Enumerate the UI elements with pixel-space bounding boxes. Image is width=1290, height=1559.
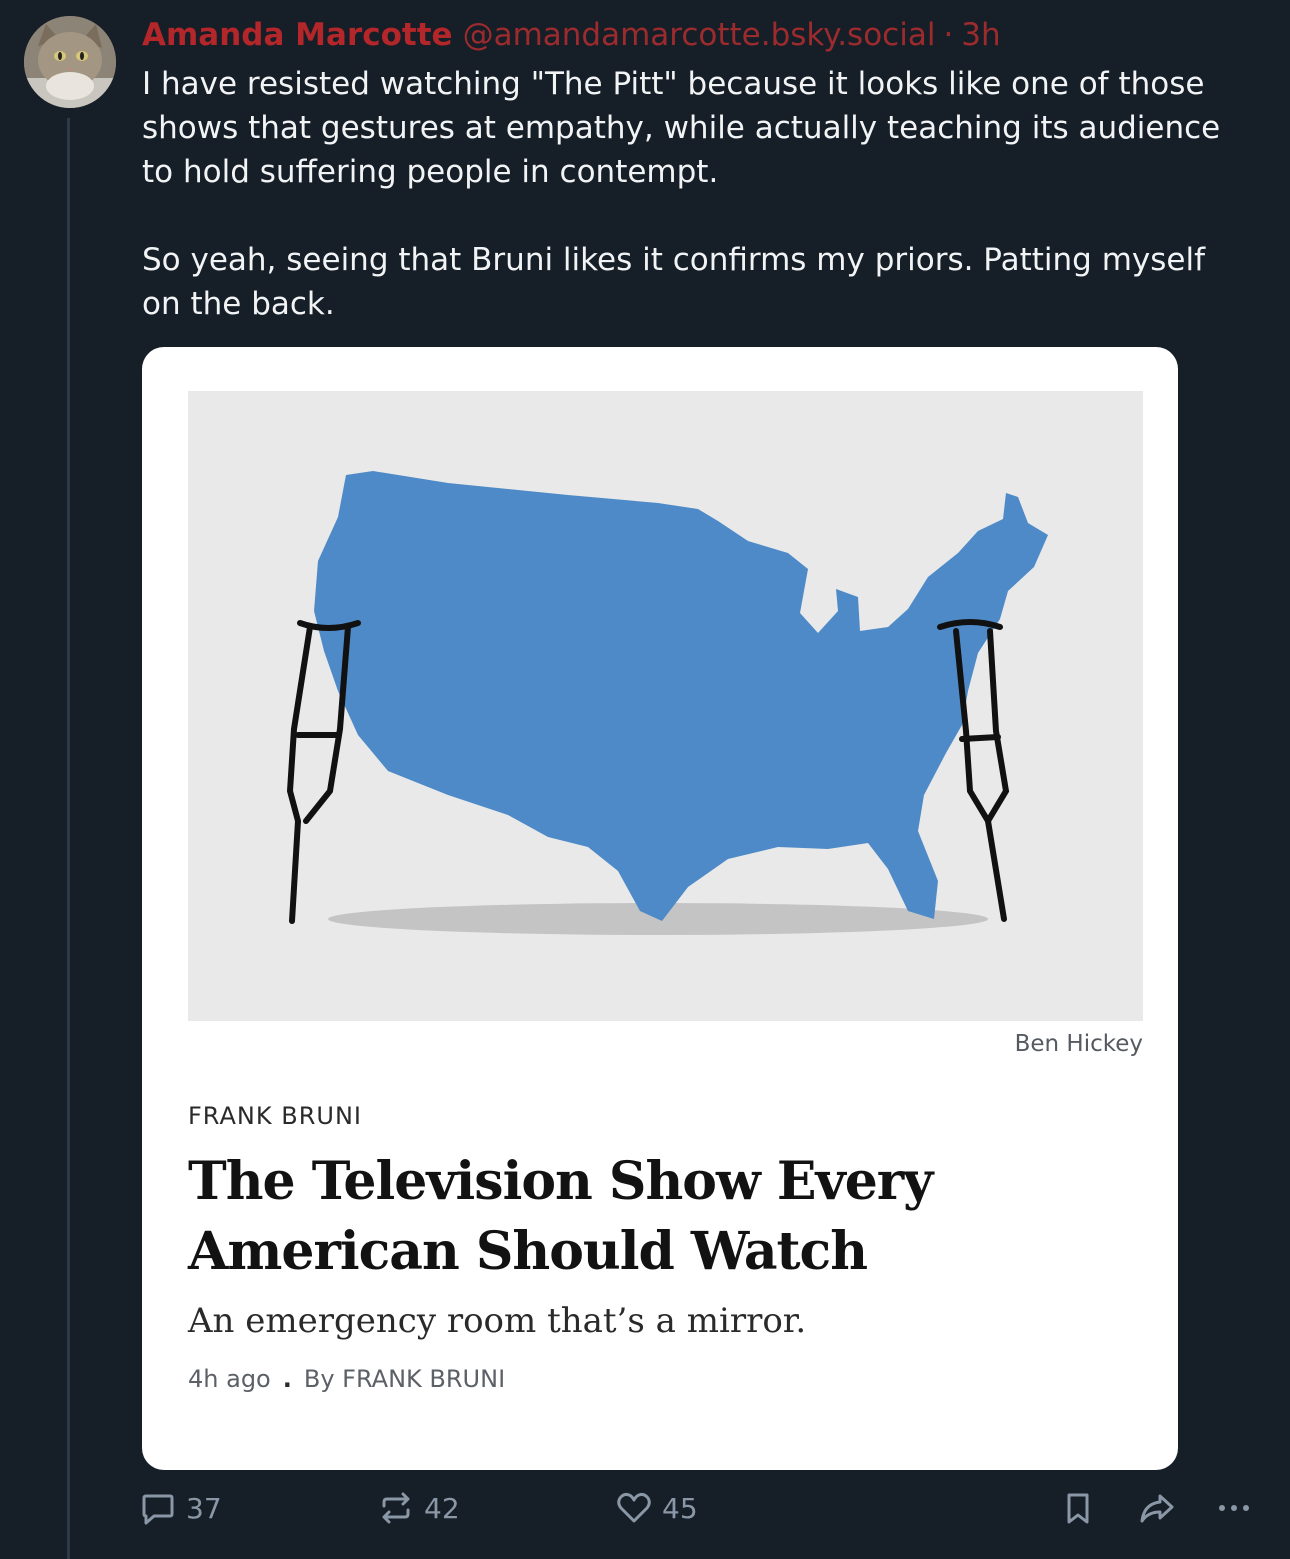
article-byline: By FRANK BRUNI <box>303 1365 506 1393</box>
post-header: Amanda Marcotte @amandamarcotte.bsky.soc… <box>142 14 1001 56</box>
repost-arrows-icon <box>382 1492 410 1524</box>
heart-icon <box>617 1492 651 1523</box>
repost-count: 42 <box>424 1491 460 1525</box>
article-age: 4h ago <box>188 1365 271 1393</box>
post-text: I have resisted watching "The Pitt" beca… <box>142 62 1252 326</box>
bookmark-icon <box>1067 1493 1089 1524</box>
reply-button[interactable]: 37 <box>140 1490 222 1526</box>
speech-bubble-icon <box>142 1494 174 1525</box>
link-card[interactable]: Ben Hickey FRANK BRUNI The Television Sh… <box>142 347 1178 1470</box>
post-paragraph: So yeah, seeing that Bruni likes it conf… <box>142 242 1205 322</box>
thread-line <box>67 118 70 1559</box>
author-name[interactable]: Amanda Marcotte <box>142 17 453 53</box>
reply-count: 37 <box>186 1491 222 1525</box>
header-separator: · <box>943 17 954 53</box>
article-kicker: FRANK BRUNI <box>188 1102 362 1130</box>
more-options-button[interactable] <box>1216 1490 1252 1526</box>
avatar[interactable] <box>24 16 116 108</box>
cat-avatar-image <box>24 16 116 108</box>
article-meta: 4h ago . By FRANK BRUNI <box>188 1365 505 1393</box>
crutches-map-illustration <box>188 391 1143 1021</box>
post-paragraph: I have resisted watching "The Pitt" beca… <box>142 66 1221 190</box>
article-headline[interactable]: The Television Show Every American Shoul… <box>188 1147 1128 1287</box>
more-dots-icon <box>1219 1505 1249 1511</box>
like-count: 45 <box>662 1491 698 1525</box>
post: Amanda Marcotte @amandamarcotte.bsky.soc… <box>0 0 1290 1559</box>
author-handle[interactable]: @amandamarcotte.bsky.social <box>463 17 936 53</box>
share-arrow-icon <box>1140 1494 1174 1523</box>
meta-separator: . <box>282 1365 292 1393</box>
like-button[interactable]: 45 <box>616 1490 698 1526</box>
bookmark-button[interactable] <box>1060 1490 1096 1526</box>
share-button[interactable] <box>1138 1490 1176 1526</box>
post-actions: 37 42 45 <box>0 1490 1290 1540</box>
article-summary: An emergency room that’s a mirror. <box>188 1301 807 1341</box>
image-credit: Ben Hickey <box>1014 1031 1143 1057</box>
post-time[interactable]: 3h <box>961 17 1000 53</box>
repost-button[interactable]: 42 <box>378 1490 460 1526</box>
